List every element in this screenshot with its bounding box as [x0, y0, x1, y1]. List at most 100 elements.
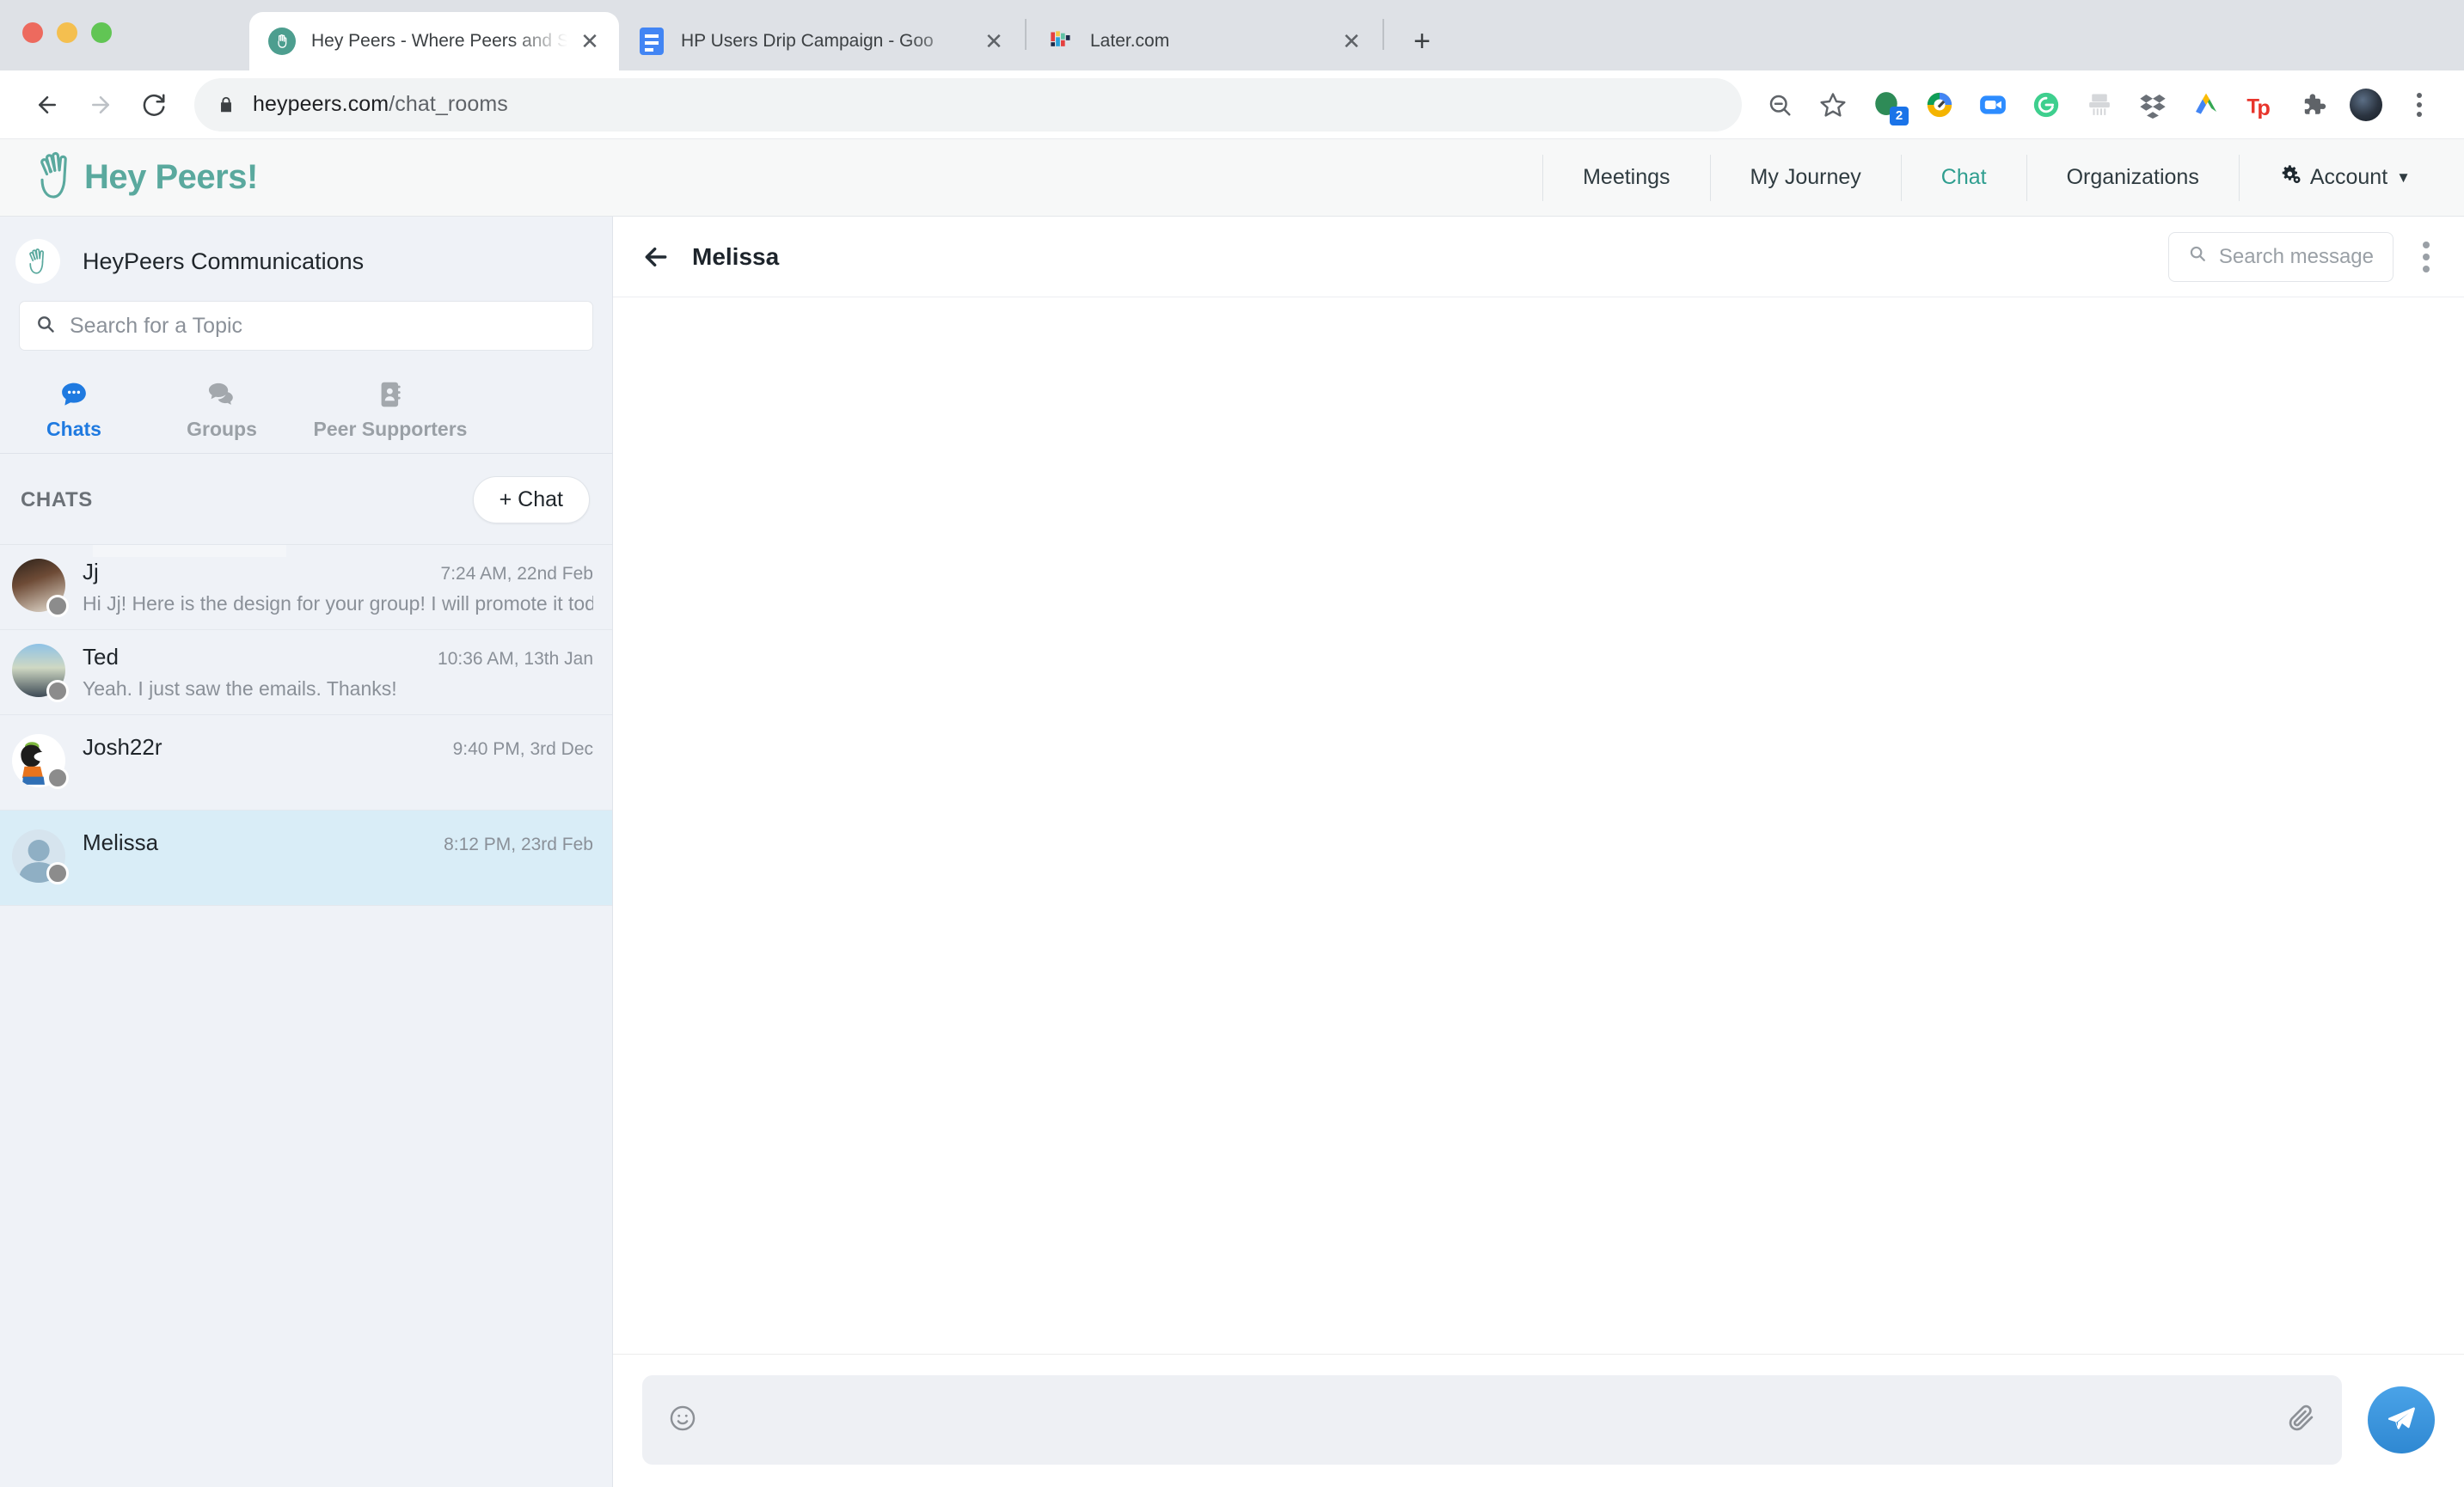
nav-item-my-journey[interactable]: My Journey	[1709, 154, 1901, 201]
chat-item-body: Josh22r 9:40 PM, 3rd Dec	[83, 734, 593, 787]
message-input[interactable]	[716, 1407, 2268, 1433]
reload-button[interactable]	[127, 78, 181, 132]
minimize-window-button[interactable]	[57, 22, 77, 43]
google-drive-icon[interactable]	[1915, 81, 1964, 129]
organization-name: HeyPeers Communications	[83, 248, 365, 274]
chat-item-name: Ted	[83, 644, 119, 670]
nav-item-chat[interactable]: Chat	[1900, 154, 2026, 201]
url-path: /chat_rooms	[389, 92, 508, 116]
tab-title: Hey Peers - Where Peers and S	[311, 31, 567, 51]
heypeers-hand-icon	[268, 28, 296, 55]
back-arrow-icon[interactable]	[642, 243, 680, 271]
avatar	[12, 644, 69, 702]
tab-chats-label: Chats	[46, 418, 101, 440]
chat-item-body: Melissa 8:12 PM, 23rd Feb	[83, 829, 593, 883]
new-tab-button[interactable]: +	[1398, 17, 1446, 65]
topic-search-box[interactable]	[19, 301, 593, 351]
chats-section-title: CHATS	[21, 487, 93, 511]
message-list	[613, 297, 2464, 1354]
topic-search-wrap	[0, 301, 612, 370]
chats-section-header: CHATS + Chat	[0, 454, 612, 545]
browser-tab-gdocs[interactable]: HP Users Drip Campaign - Goo ✕	[619, 12, 1023, 70]
organization-avatar-icon	[15, 239, 60, 284]
chat-panel-header: Melissa Search message	[613, 217, 2464, 297]
profile-avatar[interactable]	[2342, 81, 2390, 129]
chat-item-time: 10:36 AM, 13th Jan	[438, 649, 593, 669]
nav-item-meetings[interactable]: Meetings	[1542, 154, 1709, 201]
browser-toolbar: heypeers.com/chat_rooms 2 T p	[0, 70, 2464, 139]
chat-item-time: 9:40 PM, 3rd Dec	[452, 739, 593, 759]
emoji-icon[interactable]	[668, 1404, 697, 1437]
status-badge	[46, 862, 69, 884]
close-icon[interactable]: ✕	[977, 24, 1011, 58]
organization-row[interactable]: HeyPeers Communications	[0, 217, 612, 301]
tab-peer-supporters-label: Peer Supporters	[313, 418, 468, 440]
message-input-wrapper[interactable]	[642, 1375, 2342, 1465]
dropbox-icon[interactable]	[2129, 81, 2177, 129]
chat-item-body: Jj 7:24 AM, 22nd Feb Hi Jj! Here is the …	[83, 559, 593, 615]
tab-groups-label: Groups	[187, 418, 257, 440]
chat-list-item[interactable]: Ted 10:36 AM, 13th Jan Yeah. I just saw …	[0, 630, 612, 715]
chat-list-item[interactable]: Josh22r 9:40 PM, 3rd Dec	[0, 715, 612, 811]
browser-menu-icon[interactable]	[2395, 81, 2443, 129]
sidebar-tabs: Chats Groups Peer Supporters	[0, 370, 612, 454]
svg-text:p: p	[2257, 96, 2270, 119]
search-message-button[interactable]: Search message	[2167, 231, 2394, 282]
search-message-label: Search message	[2218, 244, 2374, 268]
close-icon[interactable]: ✕	[1334, 24, 1369, 58]
chat-item-name: Melissa	[83, 829, 159, 855]
chat-item-time: 8:12 PM, 23rd Feb	[444, 835, 593, 854]
grasshopper-extension-icon[interactable]: 2	[1862, 81, 1910, 129]
grammarly-icon[interactable]	[2022, 81, 2070, 129]
chat-list-item[interactable]: Jj 7:24 AM, 22nd Feb Hi Jj! Here is the …	[0, 545, 612, 630]
back-button[interactable]	[21, 78, 74, 132]
heypeers-hand-logo-icon	[31, 149, 81, 206]
browser-tab-later[interactable]: Later.com ✕	[1028, 12, 1381, 70]
chat-item-preview: Yeah. I just saw the emails. Thanks!	[83, 677, 397, 700]
avatar	[12, 829, 69, 884]
chat-options-menu-icon[interactable]	[2412, 235, 2440, 279]
avatar	[12, 734, 69, 789]
send-button[interactable]	[2368, 1386, 2435, 1453]
status-badge	[46, 680, 69, 702]
tab-list: Hey Peers - Where Peers and S ✕ HP Users…	[249, 12, 1446, 70]
search-input[interactable]	[70, 313, 577, 339]
zoom-out-icon[interactable]	[1756, 81, 1804, 129]
maximize-window-button[interactable]	[91, 22, 112, 43]
puzzle-extensions-icon[interactable]	[2289, 81, 2337, 129]
chevron-down-icon: ▼	[2396, 168, 2411, 186]
tab-groups[interactable]: Groups	[148, 370, 296, 441]
message-composer-area	[613, 1354, 2464, 1487]
address-bar[interactable]: heypeers.com/chat_rooms	[194, 77, 1742, 132]
contact-card-icon	[379, 380, 401, 409]
tab-title: HP Users Drip Campaign - Goo	[681, 31, 934, 51]
later-icon	[1047, 28, 1075, 55]
add-chat-button[interactable]: + Chat	[472, 476, 590, 523]
app-logo[interactable]: Hey Peers!	[0, 149, 258, 206]
extension-badge-count: 2	[1890, 106, 1909, 125]
chat-item-body: Ted 10:36 AM, 13th Jan Yeah. I just saw …	[83, 644, 593, 701]
tab-chats[interactable]: Chats	[0, 370, 148, 441]
attachment-clip-icon[interactable]	[2287, 1404, 2316, 1437]
close-icon[interactable]: ✕	[573, 24, 607, 58]
shredder-icon[interactable]	[2075, 81, 2124, 129]
nav-item-account[interactable]: Account ▼	[2238, 154, 2464, 201]
teachers-pay-teachers-icon[interactable]: T p	[2235, 81, 2283, 129]
browser-tab-heypeers[interactable]: Hey Peers - Where Peers and S ✕	[249, 12, 619, 70]
google-ads-icon[interactable]	[2182, 81, 2230, 129]
nav-item-account-label: Account	[2309, 165, 2388, 189]
chat-panel: Melissa Search message	[613, 217, 2464, 1487]
chat-item-preview: Hi Jj! Here is the design for your group…	[83, 592, 593, 615]
nav-item-organizations[interactable]: Organizations	[2026, 154, 2239, 201]
chat-list: Jj 7:24 AM, 22nd Feb Hi Jj! Here is the …	[0, 545, 612, 1487]
forward-button[interactable]	[74, 78, 127, 132]
url-domain: heypeers.com	[253, 92, 389, 116]
close-window-button[interactable]	[22, 22, 43, 43]
bookmark-star-icon[interactable]	[1809, 81, 1857, 129]
zoom-icon[interactable]	[1969, 81, 2017, 129]
gears-icon	[2279, 163, 2302, 192]
tab-peer-supporters[interactable]: Peer Supporters	[296, 370, 485, 441]
url-text: heypeers.com/chat_rooms	[253, 92, 508, 117]
chat-list-item-selected[interactable]: Melissa 8:12 PM, 23rd Feb	[0, 811, 612, 906]
tab-title: Later.com	[1090, 31, 1170, 51]
